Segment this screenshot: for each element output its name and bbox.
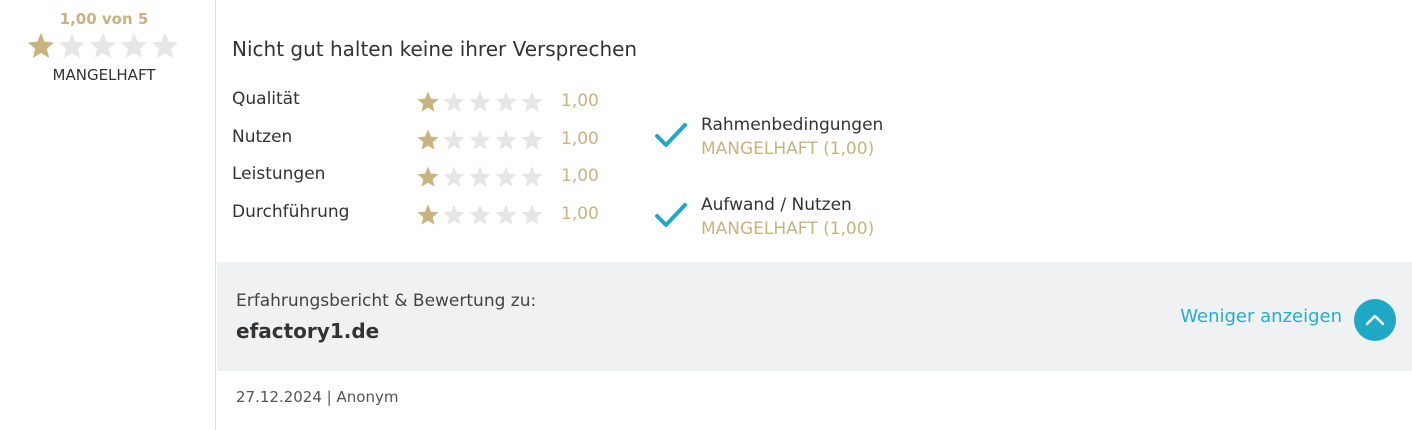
overall-score: 1,00 von 5 xyxy=(59,10,149,28)
recommendation-title: Aufwand / Nutzen xyxy=(701,195,852,215)
star-filled-icon xyxy=(417,204,439,225)
star-empty-icon xyxy=(469,204,491,225)
criteria-list: Qualität 1,00 Nutzen 1,00 Leistungen 1,0… xyxy=(232,89,632,239)
star-empty-icon xyxy=(89,32,117,58)
criterion-label: Leistungen xyxy=(232,164,326,185)
reviewed-domain: efactory1.de xyxy=(236,319,380,343)
star-filled-icon xyxy=(417,91,439,112)
star-empty-icon xyxy=(443,166,465,187)
star-empty-icon xyxy=(495,166,517,187)
star-empty-icon xyxy=(469,129,491,150)
criterion-stars xyxy=(416,203,546,227)
star-empty-icon xyxy=(469,166,491,187)
star-empty-icon xyxy=(495,91,517,112)
star-empty-icon xyxy=(443,204,465,225)
recommendation-value: MANGELHAFT (1,00) xyxy=(701,219,875,239)
star-empty-icon xyxy=(58,32,86,58)
criterion-label: Qualität xyxy=(232,89,300,109)
criterion-stars xyxy=(416,90,546,114)
criterion-stars xyxy=(416,165,546,189)
criterion-value: 1,00 xyxy=(561,166,599,187)
criterion-stars xyxy=(416,128,546,152)
star-empty-icon xyxy=(120,32,148,58)
star-empty-icon xyxy=(495,129,517,150)
star-empty-icon xyxy=(521,129,543,150)
review-meta: 27.12.2024 | Anonym xyxy=(236,388,398,406)
recommendation-value: MANGELHAFT (1,00) xyxy=(701,139,875,159)
review-date: 27.12.2024 xyxy=(236,388,322,406)
star-empty-icon xyxy=(521,166,543,187)
show-less-link[interactable]: Weniger anzeigen xyxy=(1180,306,1342,327)
criterion-value: 1,00 xyxy=(561,91,599,111)
criterion-row: Durchführung 1,00 xyxy=(232,202,632,240)
criterion-row: Leistungen 1,00 xyxy=(232,164,632,202)
star-empty-icon xyxy=(443,129,465,150)
review-author: Anonym xyxy=(336,388,399,406)
review-summary-bar: Erfahrungsbericht & Bewertung zu: efacto… xyxy=(217,262,1412,371)
star-empty-icon xyxy=(495,204,517,225)
star-filled-icon xyxy=(27,32,55,58)
criterion-label: Nutzen xyxy=(232,126,293,147)
criterion-value: 1,00 xyxy=(561,128,599,149)
star-empty-icon xyxy=(521,91,543,112)
criterion-value: 1,00 xyxy=(561,203,599,224)
star-filled-icon xyxy=(417,129,439,150)
summary-caption: Erfahrungsbericht & Bewertung zu: xyxy=(236,291,537,311)
overall-stars xyxy=(26,31,181,61)
criterion-row: Qualität 1,00 xyxy=(232,89,632,127)
overall-verdict: MANGELHAFT xyxy=(52,66,156,84)
overall-rating-panel: 1,00 von 5 MANGELHAFT xyxy=(0,0,216,430)
collapse-button[interactable] xyxy=(1354,299,1396,341)
checkmark-icon xyxy=(655,123,687,147)
star-empty-icon xyxy=(521,204,543,225)
star-empty-icon xyxy=(469,91,491,112)
chevron-up-icon xyxy=(1365,314,1385,326)
criterion-row: Nutzen 1,00 xyxy=(232,127,632,165)
star-empty-icon xyxy=(151,32,179,58)
criterion-label: Durchführung xyxy=(232,201,350,222)
star-empty-icon xyxy=(443,91,465,112)
review-title: Nicht gut halten keine ihrer Versprechen xyxy=(232,37,638,61)
star-filled-icon xyxy=(417,166,439,187)
recommendation-title: Rahmenbedingungen xyxy=(701,115,884,135)
meta-separator: | xyxy=(326,388,332,406)
checkmark-icon xyxy=(655,203,687,227)
